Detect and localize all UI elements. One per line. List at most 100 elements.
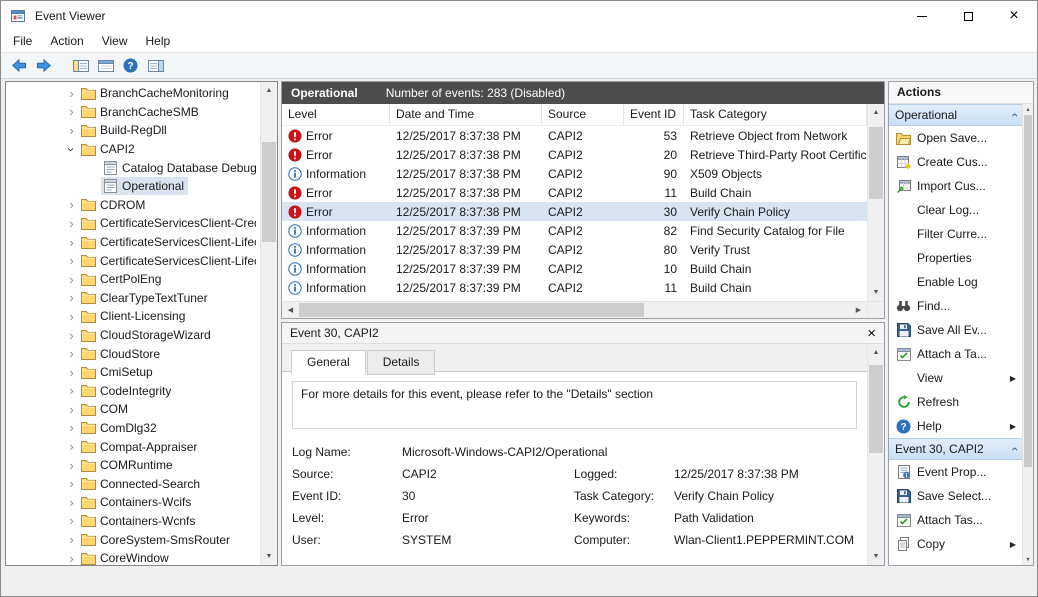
event-row[interactable]: Information12/25/2017 8:37:39 PMCAPI282F… [282,221,867,240]
tree-item-containers-wcnfs[interactable]: ›Containers-Wcnfs [6,512,260,531]
actions-scrollbar-track[interactable] [1023,115,1033,554]
tree-item-corewindow[interactable]: ›CoreWindow [6,549,260,565]
tree-item-cdrom[interactable]: ›CDROM [6,196,260,215]
collapse-chevron-icon[interactable]: › [65,142,78,157]
event-row[interactable]: Error12/25/2017 8:37:38 PMCAPI230Verify … [282,202,867,221]
tree-item-operational[interactable]: Operational [6,177,260,196]
column-header-date-and-time[interactable]: Date and Time [390,104,542,125]
menu-view[interactable]: View [93,31,137,52]
tree-item-cloudstore[interactable]: ›CloudStore [6,344,260,363]
expand-chevron-icon[interactable]: › [64,217,79,230]
scroll-down-icon[interactable]: ▼ [868,548,884,565]
action-save-select[interactable]: Save Select... [889,484,1022,508]
collapse-section-icon[interactable]: › [1008,447,1020,451]
expand-chevron-icon[interactable]: › [64,105,79,118]
minimize-button[interactable] [899,1,945,31]
action-import-cus[interactable]: Import Cus... [889,174,1022,198]
expand-chevron-icon[interactable]: › [64,459,79,472]
expand-chevron-icon[interactable]: › [64,477,79,490]
expand-chevron-icon[interactable]: › [64,347,79,360]
expand-chevron-icon[interactable]: › [64,496,79,509]
expand-chevron-icon[interactable]: › [64,87,79,100]
tree-item-certpoleng[interactable]: ›CertPolEng [6,270,260,289]
tree-scrollbar-thumb[interactable] [262,142,276,242]
expand-chevron-icon[interactable]: › [64,552,79,565]
tree-item-cleartypetexttuner[interactable]: ›ClearTypeTextTuner [6,289,260,308]
back-button[interactable] [6,54,31,77]
action-section-operational[interactable]: Operational› [889,104,1022,126]
collapse-section-icon[interactable]: › [1008,113,1020,117]
expand-chevron-icon[interactable]: › [64,124,79,137]
events-scrollbar-vertical[interactable]: ▲ ▼ [867,104,884,301]
event-row[interactable]: Information12/25/2017 8:37:38 PMCAPI290X… [282,164,867,183]
tree-item-compat-appraiser[interactable]: ›Compat-Appraiser [6,437,260,456]
tree-item-comruntime[interactable]: ›COMRuntime [6,456,260,475]
scroll-down-icon[interactable]: ▼ [1023,554,1033,565]
menu-action[interactable]: Action [41,31,92,52]
column-header-task-category[interactable]: Task Category [684,104,867,125]
action-help[interactable]: ?Help▶ [889,414,1022,438]
actions-scrollbar[interactable]: ▲ ▼ [1022,104,1033,565]
expand-chevron-icon[interactable]: › [64,254,79,267]
tree-item-cloudstoragewizard[interactable]: ›CloudStorageWizard [6,326,260,345]
show-console-tree-button[interactable] [68,54,93,77]
tab-general[interactable]: General [291,350,366,375]
action-attach-a-ta[interactable]: Attach a Ta... [889,342,1022,366]
maximize-button[interactable] [945,1,991,31]
detail-scrollbar-thumb[interactable] [869,365,883,453]
column-header-level[interactable]: Level [282,104,390,125]
action-open-save[interactable]: Open Save... [889,126,1022,150]
tree-item-branchcachemonitoring[interactable]: ›BranchCacheMonitoring [6,84,260,103]
action-find[interactable]: Find... [889,294,1022,318]
column-header-event-id[interactable]: Event ID [624,104,684,125]
scroll-left-icon[interactable]: ◀ [282,302,299,318]
tree-item-coresystem-smsrouter[interactable]: ›CoreSystem-SmsRouter [6,530,260,549]
action-save-all-ev[interactable]: Save All Ev... [889,318,1022,342]
action-section-event-30-capi2[interactable]: Event 30, CAPI2› [889,438,1022,460]
expand-chevron-icon[interactable]: › [64,403,79,416]
expand-chevron-icon[interactable]: › [64,533,79,546]
event-row[interactable]: Information12/25/2017 8:37:39 PMCAPI211B… [282,278,867,297]
tree-item-catalog-database-debug[interactable]: Catalog Database Debug [6,158,260,177]
action-clear-log[interactable]: Clear Log... [889,198,1022,222]
scroll-up-icon[interactable]: ▲ [868,344,884,361]
action-event-prop[interactable]: Event Prop... [889,460,1022,484]
close-button[interactable]: × [991,1,1037,31]
actions-scrollbar-thumb[interactable] [1024,115,1032,467]
action-attach-tas[interactable]: Attach Tas... [889,508,1022,532]
expand-chevron-icon[interactable]: › [64,384,79,397]
event-row[interactable]: Information12/25/2017 8:37:39 PMCAPI210B… [282,259,867,278]
action-create-cus[interactable]: Create Cus... [889,150,1022,174]
action-enable-log[interactable]: Enable Log [889,270,1022,294]
event-row[interactable]: Error12/25/2017 8:37:38 PMCAPI220Retriev… [282,145,867,164]
events-scrollbar-horizontal[interactable]: ◀ ▶ [282,301,884,318]
tree-item-cmisetup[interactable]: ›CmiSetup [6,363,260,382]
properties-window-button[interactable] [93,54,118,77]
tab-details[interactable]: Details [367,350,436,375]
tree-scrollbar-track[interactable] [261,99,277,548]
events-scrollbar-track[interactable] [868,121,884,284]
tree-item-comdlg32[interactable]: ›ComDlg32 [6,419,260,438]
tree-item-client-licensing[interactable]: ›Client-Licensing [6,307,260,326]
events-hscrollbar-track[interactable] [299,302,850,318]
scroll-right-icon[interactable]: ▶ [850,302,867,318]
tree-item-certificateservicesclient-lifec[interactable]: ›CertificateServicesClient-Lifec [6,233,260,252]
tree-item-build-regdll[interactable]: ›Build-RegDll [6,121,260,140]
column-header-source[interactable]: Source [542,104,624,125]
action-properties[interactable]: Properties [889,246,1022,270]
action-view[interactable]: View▶ [889,366,1022,390]
action-filter-curre[interactable]: Filter Curre... [889,222,1022,246]
action-copy[interactable]: Copy▶ [889,532,1022,556]
tree-item-certificateservicesclient-lifec[interactable]: ›CertificateServicesClient-Lifec [6,251,260,270]
expand-chevron-icon[interactable]: › [64,421,79,434]
tree-item-codeintegrity[interactable]: ›CodeIntegrity [6,382,260,401]
expand-chevron-icon[interactable]: › [64,440,79,453]
event-row[interactable]: Error12/25/2017 8:37:38 PMCAPI211Build C… [282,183,867,202]
forward-button[interactable] [31,54,56,77]
tree-item-connected-search[interactable]: ›Connected-Search [6,474,260,493]
expand-chevron-icon[interactable]: › [64,310,79,323]
scroll-down-icon[interactable]: ▼ [261,548,277,565]
tree-item-capi2[interactable]: ›CAPI2 [6,140,260,159]
tree-item-com[interactable]: ›COM [6,400,260,419]
tree-scrollbar[interactable]: ▲ ▼ [260,82,277,565]
